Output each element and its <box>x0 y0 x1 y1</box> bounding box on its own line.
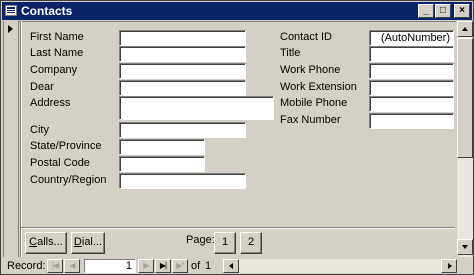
scroll-up-button[interactable] <box>457 21 473 37</box>
page-label: Page: <box>186 234 215 246</box>
scroll-up-icon <box>462 27 468 31</box>
vertical-scrollbar[interactable] <box>457 21 473 257</box>
scroll-left-icon <box>229 263 233 269</box>
dial-hotkey: D <box>73 236 82 248</box>
last-record-button[interactable]: ▶| <box>155 259 171 273</box>
work-extension-label: Work Extension <box>280 81 357 93</box>
city-label: City <box>30 124 49 136</box>
last-name-label: Last Name <box>30 47 84 59</box>
work-phone-field[interactable] <box>369 63 454 79</box>
country-region-label: Country/Region <box>30 174 107 186</box>
work-phone-label: Work Phone <box>280 64 341 76</box>
contact-id-label: Contact ID <box>280 31 332 43</box>
dear-label: Dear <box>30 81 54 93</box>
minimize-button[interactable]: _ <box>418 4 434 18</box>
fax-number-field[interactable] <box>369 113 454 129</box>
country-region-field[interactable] <box>119 173 246 189</box>
first-record-button[interactable]: |◀ <box>47 259 63 273</box>
mobile-phone-field[interactable] <box>369 96 454 112</box>
postal-code-field[interactable] <box>119 156 205 172</box>
dear-field[interactable] <box>119 80 246 96</box>
last-name-field[interactable] <box>119 46 246 62</box>
calls-button[interactable]: Calls... <box>25 232 67 254</box>
page-2-button[interactable]: 2 <box>240 232 262 254</box>
previous-record-button[interactable]: ◀ <box>64 259 80 273</box>
company-label: Company <box>30 64 78 76</box>
work-extension-field[interactable] <box>369 80 454 96</box>
dial-label: ial... <box>81 236 103 248</box>
scroll-right-icon <box>448 263 452 269</box>
title-bar[interactable]: Contacts _ □ × <box>2 2 472 20</box>
dial-button[interactable]: Dial... <box>71 232 105 254</box>
horizontal-scrollbar[interactable] <box>223 259 457 273</box>
first-name-label: First Name <box>30 31 84 43</box>
city-field[interactable] <box>119 122 246 138</box>
contacts-window: Contacts _ □ × First Name Last Name Comp… <box>0 0 474 275</box>
current-record-field[interactable]: 1 <box>84 259 136 273</box>
postal-code-label: Postal Code <box>30 157 90 169</box>
maximize-button[interactable]: □ <box>435 4 451 18</box>
scroll-right-button[interactable] <box>441 259 457 273</box>
contact-id-field[interactable]: (AutoNumber) <box>369 30 454 46</box>
scroll-down-icon <box>462 245 468 249</box>
record-selector[interactable] <box>4 21 19 257</box>
scroll-down-button[interactable] <box>457 239 473 255</box>
title-field[interactable] <box>369 46 454 62</box>
scroll-thumb[interactable] <box>457 38 473 158</box>
calls-label: alls... <box>37 236 63 248</box>
total-records: 1 <box>205 260 212 272</box>
size-grip[interactable] <box>457 258 473 274</box>
fax-number-label: Fax Number <box>280 114 341 126</box>
footer-divider <box>21 227 455 229</box>
form-icon <box>5 5 17 16</box>
record-label: Record: <box>7 260 46 272</box>
of-label: of <box>191 260 201 272</box>
scroll-left-button[interactable] <box>223 259 239 273</box>
title-label: Title <box>280 47 301 59</box>
next-record-button[interactable]: ▶ <box>138 259 154 273</box>
first-name-field[interactable] <box>119 30 246 46</box>
close-button[interactable]: × <box>454 4 470 18</box>
mobile-phone-label: Mobile Phone <box>280 97 348 109</box>
window-title: Contacts <box>21 4 73 18</box>
new-record-button[interactable]: ▶* <box>172 259 188 273</box>
page-1-button[interactable]: 1 <box>214 232 236 254</box>
calls-hotkey: C <box>29 236 38 248</box>
address-field[interactable] <box>119 96 274 120</box>
current-record-arrow-icon <box>8 25 13 33</box>
address-label: Address <box>30 97 71 109</box>
state-province-field[interactable] <box>119 139 205 155</box>
company-field[interactable] <box>119 63 246 79</box>
record-navigation-bar: Record: |◀ ◀ 1 ▶ ▶| ▶* of 1 <box>3 258 473 274</box>
divider <box>20 21 22 257</box>
state-province-label: State/Province <box>30 140 102 152</box>
